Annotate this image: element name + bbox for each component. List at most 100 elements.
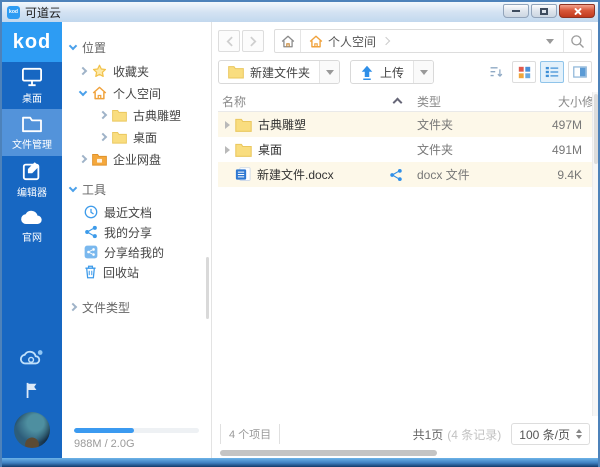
table-row[interactable]: 古典雕塑 文件夹 497M (218, 112, 592, 137)
cloud-icon (20, 209, 44, 226)
minimize-button[interactable] (503, 4, 529, 18)
tree-item-label: 古典雕塑 (133, 107, 181, 124)
breadcrumb-label: 个人空间 (328, 33, 376, 50)
caret-down-icon (420, 70, 428, 75)
section-label: 位置 (82, 39, 106, 56)
forward-arrow-icon (250, 36, 257, 47)
header-type[interactable]: 类型 (411, 93, 526, 110)
nav-item-file-manager[interactable]: 文件管理 (2, 109, 62, 156)
folder-icon (112, 109, 127, 122)
tool-item-recent-docs[interactable]: 最近文档 (62, 202, 211, 222)
new-folder-button[interactable]: 新建文件夹 (219, 61, 319, 83)
minimize-icon (512, 10, 520, 12)
tree-item-classical-sculpture[interactable]: 古典雕塑 (62, 104, 211, 126)
records-info: (4 条记录) (447, 426, 501, 443)
star-icon (92, 64, 107, 78)
file-name: 新建文件.docx (257, 166, 334, 183)
file-size: 9.4K (526, 168, 582, 182)
new-folder-dropdown[interactable] (319, 61, 339, 83)
cloud-gear-icon[interactable] (19, 348, 45, 368)
tree-item-desktop-folder[interactable]: 桌面 (62, 126, 211, 148)
pagination: 共1页 (4 条记录) 100 条/页 (413, 423, 590, 445)
upload-dropdown[interactable] (413, 61, 433, 83)
user-avatar[interactable] (14, 412, 50, 448)
caret-down-icon (546, 39, 554, 44)
list-view-icon (545, 66, 559, 78)
upload-button[interactable]: 上传 (351, 61, 413, 83)
table-row[interactable]: 新建文件.docx docx 文件 9.4K (218, 162, 592, 187)
forward-button[interactable] (242, 30, 264, 52)
close-button[interactable] (559, 4, 595, 18)
flag-icon[interactable] (25, 382, 39, 398)
nav-item-label: 官网 (22, 229, 42, 244)
vertical-scrollbar-thumb[interactable] (594, 94, 598, 164)
new-folder-split-button: 新建文件夹 (218, 60, 340, 84)
window-bottom-border (2, 458, 598, 467)
new-folder-icon (228, 65, 244, 79)
header-size[interactable]: 大小 (526, 93, 582, 110)
column-view-icon (573, 66, 587, 78)
action-toolbar: 新建文件夹 上传 (218, 58, 592, 86)
page-size-value: 100 条/页 (519, 426, 570, 443)
tree-item-label: 收藏夹 (113, 63, 149, 80)
expand-triangle-icon[interactable] (225, 146, 230, 154)
search-button[interactable] (563, 30, 591, 52)
nav-item-editor[interactable]: 编辑器 (2, 156, 62, 203)
tool-item-shared-with-me[interactable]: 分享给我的 (62, 242, 211, 262)
storage-bar-fill (74, 428, 134, 433)
back-arrow-icon (226, 36, 233, 47)
header-label: 名称 (222, 93, 246, 110)
section-file-types[interactable]: 文件类型 (62, 296, 211, 318)
upload-split-button: 上传 (350, 60, 434, 84)
sidebar-scrollbar-thumb[interactable] (206, 257, 209, 319)
kod-logo[interactable]: kod (2, 22, 62, 62)
items-count: 4 个项目 (220, 424, 280, 444)
home-button[interactable] (275, 30, 301, 52)
tree-item-personal-space[interactable]: 个人空间 (62, 82, 211, 104)
page-size-select[interactable]: 100 条/页 (511, 423, 590, 445)
expand-triangle-icon[interactable] (225, 121, 230, 129)
chevron-right-icon (99, 111, 107, 119)
folder-icon (112, 131, 127, 144)
back-button[interactable] (218, 30, 240, 52)
search-dropdown-button[interactable] (537, 30, 563, 52)
tool-item-my-shares[interactable]: 我的分享 (62, 222, 211, 242)
app-window: kod 可道云 kod 桌面 (0, 0, 600, 467)
search-zone (537, 30, 591, 52)
vertical-scrollbar (592, 92, 598, 416)
sort-asc-icon (393, 98, 403, 108)
list-view-button[interactable] (540, 61, 564, 83)
left-nav: kod 桌面 文件管理 编辑器 (2, 22, 62, 458)
header-name[interactable]: 名称 (218, 93, 411, 110)
nav-item-desktop[interactable]: 桌面 (2, 62, 62, 109)
tree-item-favorites[interactable]: 收藏夹 (62, 60, 211, 82)
table-row[interactable]: 桌面 文件夹 491M (218, 137, 592, 162)
page-info: 共1页 (413, 426, 444, 443)
tool-item-recycle-bin[interactable]: 回收站 (62, 262, 211, 282)
column-view-button[interactable] (568, 61, 592, 83)
share-nodes-icon[interactable] (389, 168, 403, 182)
editor-pencil-icon (22, 161, 42, 181)
window-content: kod 桌面 文件管理 编辑器 (2, 22, 598, 458)
home-icon (281, 35, 295, 48)
tree-item-enterprise-disk[interactable]: 企业网盘 (62, 148, 211, 170)
sort-button[interactable] (484, 61, 508, 83)
file-type: docx 文件 (411, 166, 526, 183)
nav-item-label: 编辑器 (17, 184, 47, 199)
section-location[interactable]: 位置 (62, 36, 211, 58)
breadcrumb-current[interactable]: 个人空间 (301, 30, 393, 52)
trash-icon (84, 265, 97, 279)
horizontal-scrollbar-thumb[interactable] (220, 450, 437, 456)
grid-view-button[interactable] (512, 61, 536, 83)
upload-arrow-icon (360, 65, 374, 80)
section-tools[interactable]: 工具 (62, 178, 211, 200)
maximize-button[interactable] (531, 4, 557, 18)
nav-item-website[interactable]: 官网 (2, 203, 62, 250)
search-icon (570, 34, 585, 49)
storage-text: 988M / 2.0G (74, 438, 199, 450)
tree-item-label: 企业网盘 (113, 151, 161, 168)
home-icon (92, 86, 107, 100)
storage-meter: 988M / 2.0G (62, 428, 211, 458)
header-label: 类型 (417, 95, 441, 109)
desktop-monitor-icon (21, 67, 43, 87)
